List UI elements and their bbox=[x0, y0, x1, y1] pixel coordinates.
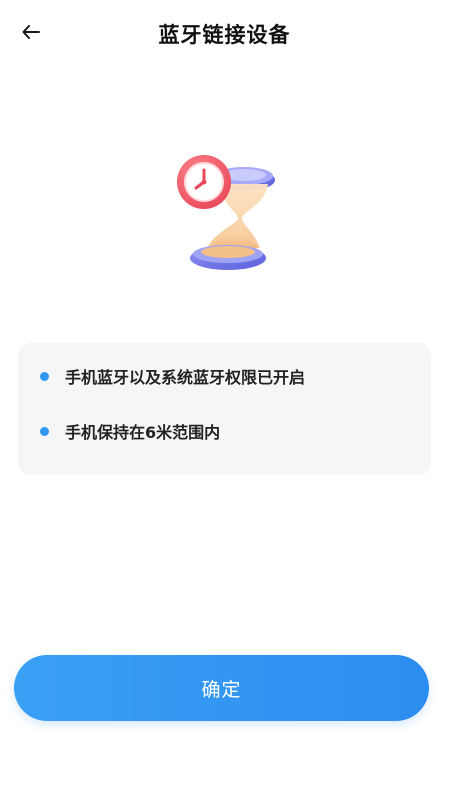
hourglass-clock-icon bbox=[168, 148, 286, 276]
info-text: 手机保持在6米范围内 bbox=[65, 423, 221, 442]
list-item: 手机保持在6米范围内 bbox=[40, 420, 431, 442]
confirm-button[interactable]: 确定 bbox=[14, 655, 429, 721]
list-item: 手机蓝牙以及系统蓝牙权限已开启 bbox=[40, 365, 431, 387]
bullet-dot-icon bbox=[40, 426, 49, 436]
page-title: 蓝牙链接设备 bbox=[158, 23, 291, 47]
info-card: 手机蓝牙以及系统蓝牙权限已开启 手机保持在6米范围内 bbox=[18, 343, 431, 475]
header-bar: 蓝牙链接设备 bbox=[0, 0, 449, 70]
info-text: 手机蓝牙以及系统蓝牙权限已开启 bbox=[65, 368, 306, 387]
confirm-button-label: 确定 bbox=[201, 678, 242, 701]
bullet-dot-icon bbox=[40, 371, 49, 381]
